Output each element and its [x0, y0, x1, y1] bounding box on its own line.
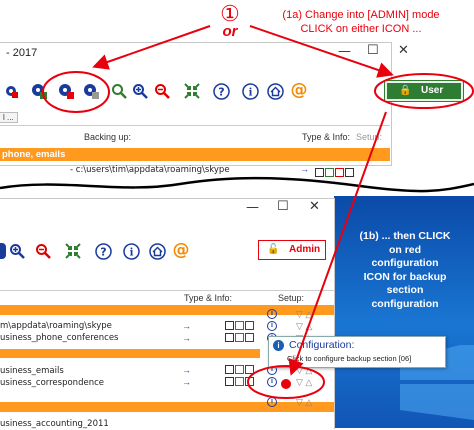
- annotation-overlay: [42, 25, 474, 399]
